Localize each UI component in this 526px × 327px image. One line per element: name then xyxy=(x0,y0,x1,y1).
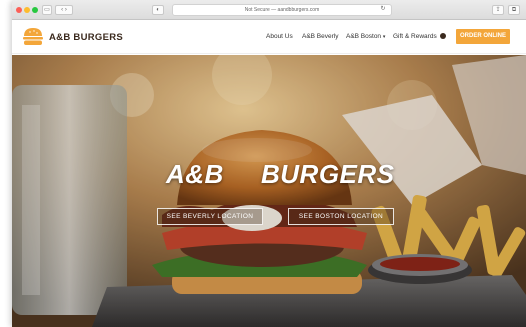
back-forward-icon[interactable]: ‹ › xyxy=(55,5,73,15)
nav-link-ab-beverly[interactable]: A&B Beverly xyxy=(302,20,339,54)
close-window-button[interactable] xyxy=(16,7,22,13)
nav-link-gift-rewards[interactable]: Gift & Rewards xyxy=(393,20,446,54)
hero-title-left: A&B xyxy=(166,159,224,189)
chevron-down-icon: ▾ xyxy=(382,34,386,40)
browser-toolbar: ▭ ‹ › ◐ Not Secure — aandbburgers.com ↻ … xyxy=(12,0,526,20)
nav-link-gift-rewards-label: Gift & Rewards xyxy=(393,33,437,40)
tabs-overview-icon[interactable]: ⧉ xyxy=(508,5,520,15)
minimize-window-button[interactable] xyxy=(24,7,30,13)
share-icon[interactable]: ⇪ xyxy=(492,5,504,15)
hero-banner: A&B BURGERS SEE BEVERLY LOCATION SEE BOS… xyxy=(12,55,526,327)
brand-name[interactable]: A&B BURGERS xyxy=(49,32,123,43)
sidebar-toggle-icon[interactable]: ▭ xyxy=(42,5,52,15)
address-text: Not Secure — aandbburgers.com xyxy=(244,7,320,13)
nav-link-about-us[interactable]: About Us xyxy=(266,20,293,54)
browser-window: ▭ ‹ › ◐ Not Secure — aandbburgers.com ↻ … xyxy=(12,0,526,327)
address-bar[interactable]: Not Secure — aandbburgers.com xyxy=(172,4,392,16)
see-boston-location-button[interactable]: SEE BOSTON LOCATION xyxy=(288,208,394,225)
gift-icon xyxy=(439,33,446,40)
site-header: A&B BURGERS About Us A&B Beverly A&B Bos… xyxy=(12,20,526,54)
nav-link-ab-boston-label: A&B Boston xyxy=(346,33,382,40)
burger-logo-icon[interactable] xyxy=(22,27,44,46)
hero-title-right: BURGERS xyxy=(261,159,395,189)
nav-link-ab-boston[interactable]: A&B Boston ▾ xyxy=(346,20,385,54)
privacy-shield-icon[interactable]: ◐ xyxy=(152,5,164,15)
see-beverly-location-button[interactable]: SEE BEVERLY LOCATION xyxy=(157,208,263,225)
reload-icon[interactable]: ↻ xyxy=(378,5,388,15)
order-online-button[interactable]: ORDER ONLINE xyxy=(456,29,510,44)
zoom-window-button[interactable] xyxy=(32,7,38,13)
burger-photo xyxy=(12,55,526,327)
